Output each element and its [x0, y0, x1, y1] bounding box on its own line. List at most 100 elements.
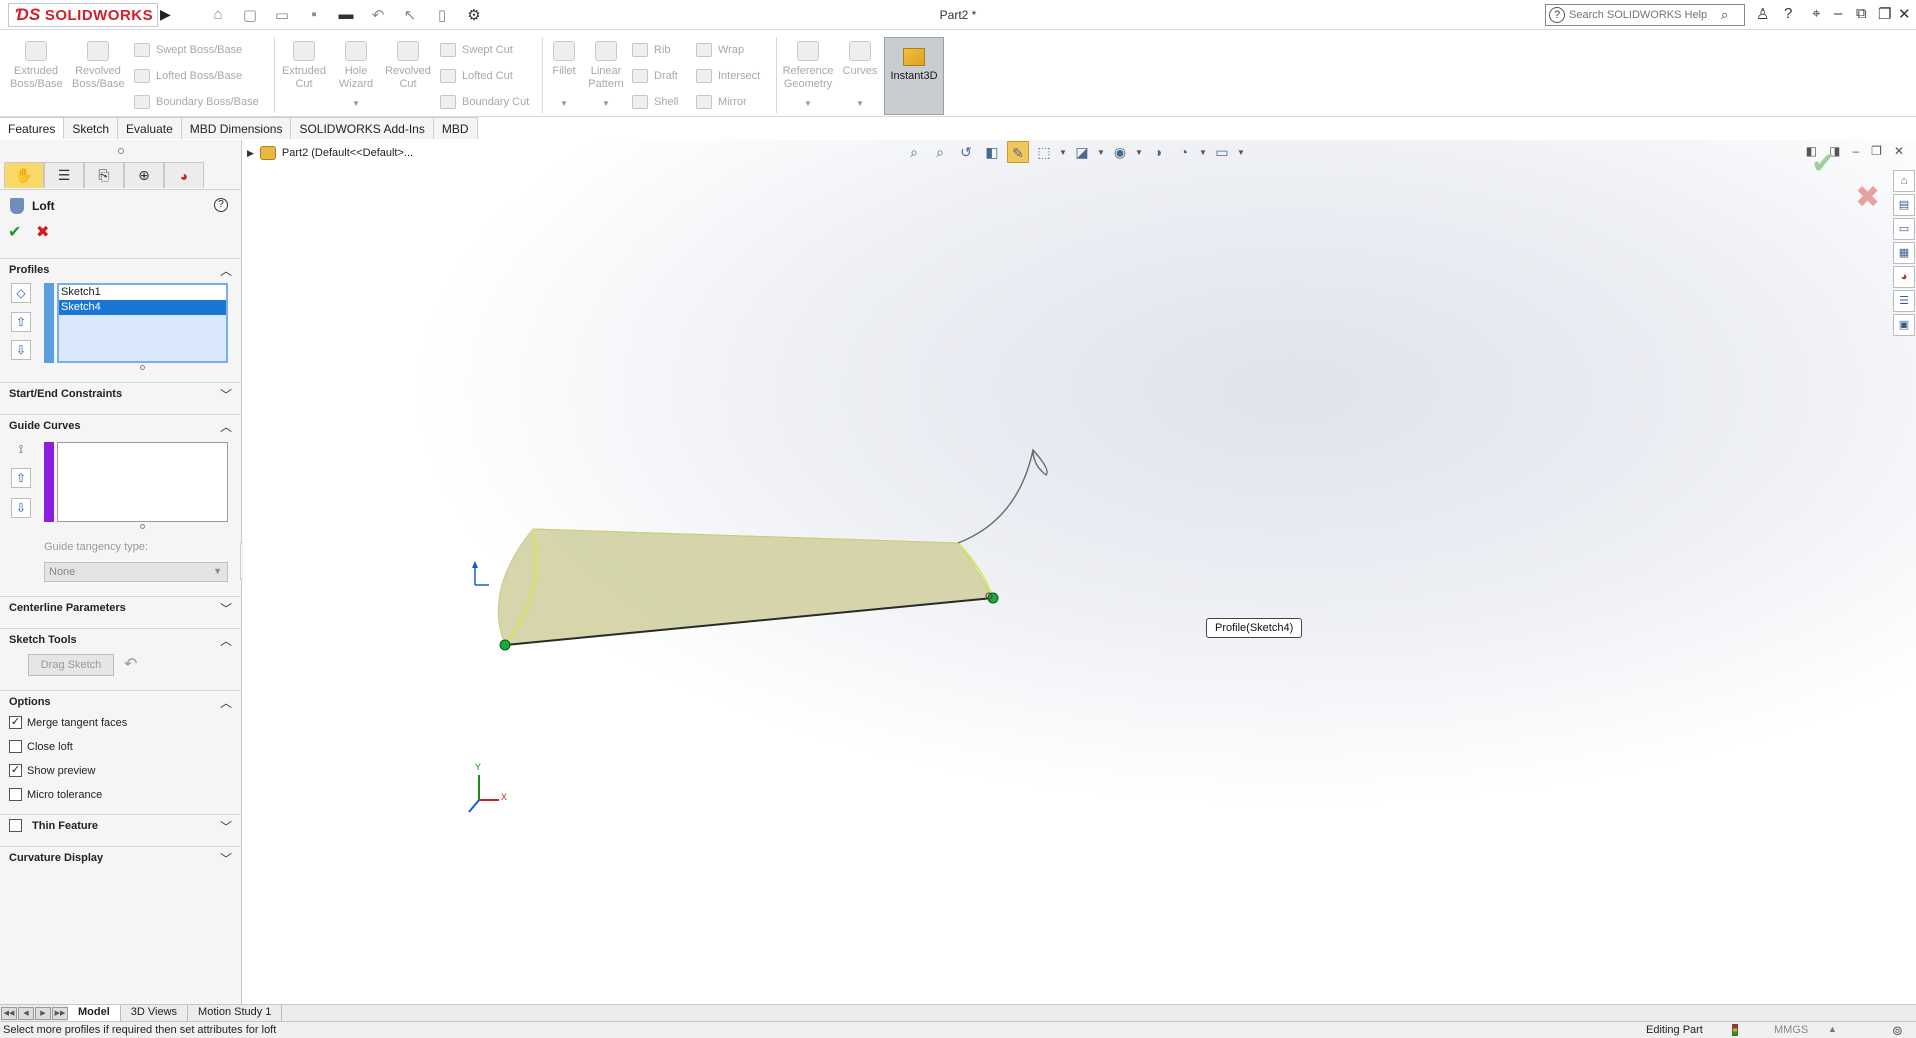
new-document-icon[interactable]: ▢	[238, 6, 262, 24]
help-icon[interactable]: ?	[1784, 5, 1792, 22]
minimize-icon[interactable]: –	[1834, 5, 1842, 22]
tab-evaluate[interactable]: Evaluate	[118, 117, 182, 139]
tab-sketch[interactable]: Sketch	[64, 117, 119, 139]
undo-sketch-icon[interactable]: ↶	[124, 654, 137, 674]
chevron-up-icon[interactable]: ▲	[1828, 1024, 1837, 1034]
units-selector[interactable]: MMGS	[1774, 1024, 1808, 1036]
search-help-box[interactable]: ? ⌕	[1545, 4, 1745, 26]
home-icon[interactable]: ⌂	[206, 6, 230, 24]
list-resize-handle[interactable]	[140, 365, 145, 370]
chevron-down-icon[interactable]: ▼	[602, 99, 610, 108]
show-preview-option[interactable]: ✓ Show preview	[9, 764, 95, 777]
tab-solidworks-add-ins[interactable]: SOLIDWORKS Add-Ins	[291, 117, 434, 139]
thin-feature-header[interactable]: Thin Feature ﹀	[0, 814, 242, 836]
extruded-boss-button[interactable]: Extruded Boss/Base	[10, 41, 63, 91]
chevron-down-icon[interactable]: ﹀	[220, 818, 232, 835]
connector-handle[interactable]	[499, 639, 511, 651]
drag-sketch-button[interactable]: Drag Sketch	[28, 654, 114, 676]
rebuild-icon[interactable]: ▯	[430, 6, 454, 24]
swept-cut-button[interactable]: Swept Cut	[440, 43, 513, 57]
tab-mbd-dimensions[interactable]: MBD Dimensions	[181, 117, 292, 139]
draft-button[interactable]: Draft	[632, 69, 678, 83]
chevron-down-icon[interactable]: ﹀	[220, 386, 232, 403]
chevron-down-icon[interactable]: ﹀	[220, 850, 232, 867]
thin-feature-checkbox[interactable]	[9, 819, 22, 832]
merge-tangent-faces-checkbox[interactable]: ✓	[9, 716, 22, 729]
select-icon[interactable]: ↖	[398, 6, 422, 24]
tab-configuration-manager[interactable]: ⎘	[84, 162, 124, 188]
micro-tolerance-checkbox[interactable]	[9, 788, 22, 801]
instant3d-button[interactable]: Instant3D	[884, 37, 944, 115]
chevron-up-icon[interactable]: ︿	[220, 632, 232, 649]
first-tab-icon[interactable]: ◀◀	[1, 1006, 17, 1020]
tab-mbd[interactable]: MBD	[433, 117, 478, 139]
profiles-section-header[interactable]: Profiles ︿	[0, 258, 242, 280]
tab-dimxpert-manager[interactable]: ⊕	[124, 162, 164, 188]
guide-curves-list[interactable]	[57, 442, 228, 522]
status-help-icon[interactable]: ⊚	[1892, 1023, 1903, 1038]
tab-property-manager[interactable]: ☰	[44, 162, 84, 188]
rib-button[interactable]: Rib	[632, 43, 671, 57]
chevron-down-icon[interactable]: ▼	[804, 99, 812, 108]
chevron-up-icon[interactable]: ︿	[220, 262, 232, 279]
move-down-icon[interactable]: ⇩	[11, 498, 31, 518]
lofted-boss-button[interactable]: Lofted Boss/Base	[134, 69, 242, 83]
chevron-up-icon[interactable]: ︿	[220, 694, 232, 711]
close-loft-option[interactable]: Close loft	[9, 740, 73, 753]
loft-preview-surface[interactable]	[497, 528, 994, 646]
guide-curves-header[interactable]: Guide Curves ︿	[0, 414, 242, 436]
panel-collapse-handle[interactable]	[118, 148, 124, 154]
options-gear-icon[interactable]: ⚙	[462, 6, 486, 24]
connector-handle[interactable]	[987, 592, 999, 604]
tab-features[interactable]: Features	[0, 117, 65, 139]
wrap-button[interactable]: Wrap	[696, 43, 744, 57]
centerline-parameters-header[interactable]: Centerline Parameters ﹀	[0, 596, 242, 618]
list-resize-handle[interactable]	[140, 524, 145, 529]
tile-icon[interactable]: ❐	[1878, 5, 1891, 23]
tab-motion-study[interactable]: Motion Study 1	[188, 1005, 283, 1021]
move-down-icon[interactable]: ⇩	[11, 340, 31, 360]
tab-feature-manager[interactable]: ✋	[4, 162, 44, 188]
show-preview-checkbox[interactable]: ✓	[9, 764, 22, 777]
hole-wizard-button[interactable]: Hole Wizard	[330, 41, 382, 91]
micro-tolerance-option[interactable]: Micro tolerance	[9, 788, 102, 801]
boundary-cut-button[interactable]: Boundary Cut	[440, 95, 529, 109]
search-magnifier-icon[interactable]: ⌕	[1721, 7, 1728, 23]
curvature-display-header[interactable]: Curvature Display ﹀	[0, 846, 242, 868]
curves-button[interactable]: Curves	[840, 41, 880, 78]
chevron-up-icon[interactable]: ︿	[220, 418, 232, 435]
move-up-icon[interactable]: ⇧	[11, 468, 31, 488]
chevron-down-icon[interactable]: ▼	[560, 99, 568, 108]
swept-boss-button[interactable]: Swept Boss/Base	[134, 43, 242, 57]
guide-curve-sketch[interactable]	[957, 448, 1048, 544]
rebuild-status-icon[interactable]	[1732, 1024, 1738, 1036]
ok-check-icon[interactable]: ✔	[8, 222, 21, 242]
sketch-tools-header[interactable]: Sketch Tools ︿	[0, 628, 242, 650]
undo-icon[interactable]: ↶	[366, 6, 390, 24]
options-header[interactable]: Options ︿	[0, 690, 242, 712]
fillet-button[interactable]: Fillet	[548, 41, 580, 78]
merge-tangent-faces-option[interactable]: ✓ Merge tangent faces	[9, 716, 127, 729]
user-icon[interactable]: ♙	[1756, 5, 1769, 23]
profiles-list[interactable]: Sketch1 Sketch4	[57, 283, 228, 363]
last-tab-icon[interactable]: ▶▶	[52, 1006, 68, 1020]
tab-display-manager[interactable]: ◕	[164, 162, 204, 188]
search-input[interactable]	[1569, 9, 1719, 21]
tab-3d-views[interactable]: 3D Views	[121, 1005, 189, 1021]
chevron-down-icon[interactable]: ▼	[856, 99, 864, 108]
shell-button[interactable]: Shell	[632, 95, 678, 109]
prev-tab-icon[interactable]: ◀	[18, 1006, 34, 1020]
boundary-boss-button[interactable]: Boundary Boss/Base	[134, 95, 259, 109]
move-up-icon[interactable]: ⇧	[11, 312, 31, 332]
solidworks-logo[interactable]: ƊS SOLIDWORKS	[8, 3, 158, 27]
intersect-button[interactable]: Intersect	[696, 69, 760, 83]
menu-expand-icon[interactable]: ▶	[160, 6, 174, 24]
restore-icon[interactable]: ⧉	[1856, 5, 1867, 22]
list-item[interactable]: Sketch1	[59, 285, 226, 300]
extruded-cut-button[interactable]: Extruded Cut	[278, 41, 330, 91]
close-icon[interactable]: ✕	[1898, 5, 1911, 23]
chevron-down-icon[interactable]: ﹀	[220, 600, 232, 617]
tab-model[interactable]: Model	[68, 1005, 121, 1021]
revolved-cut-button[interactable]: Revolved Cut	[382, 41, 434, 91]
cancel-x-icon[interactable]: ✖	[36, 222, 49, 242]
